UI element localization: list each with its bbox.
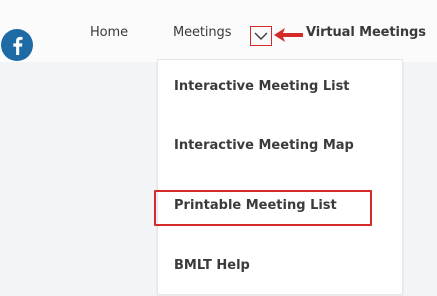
top-navigation-bar: Home Meetings Virtual Meetings bbox=[0, 0, 437, 62]
facebook-icon[interactable] bbox=[0, 28, 34, 62]
nav-meetings-link[interactable]: Meetings bbox=[173, 25, 231, 40]
menu-item-bmlt-help[interactable]: BMLT Help bbox=[174, 258, 250, 273]
red-arrow-icon bbox=[274, 27, 304, 46]
nav-virtual-meetings-link[interactable]: Virtual Meetings bbox=[306, 25, 426, 40]
nav-home-link[interactable]: Home bbox=[90, 25, 128, 40]
chevron-down-icon bbox=[254, 32, 268, 40]
menu-item-interactive-meeting-list[interactable]: Interactive Meeting List bbox=[174, 79, 350, 94]
menu-item-interactive-meeting-map[interactable]: Interactive Meeting Map bbox=[174, 138, 354, 153]
meetings-dropdown-toggle[interactable] bbox=[250, 26, 272, 46]
menu-item-printable-meeting-list[interactable]: Printable Meeting List bbox=[174, 198, 337, 213]
meetings-dropdown-menu: Interactive Meeting List Interactive Mee… bbox=[154, 59, 403, 295]
